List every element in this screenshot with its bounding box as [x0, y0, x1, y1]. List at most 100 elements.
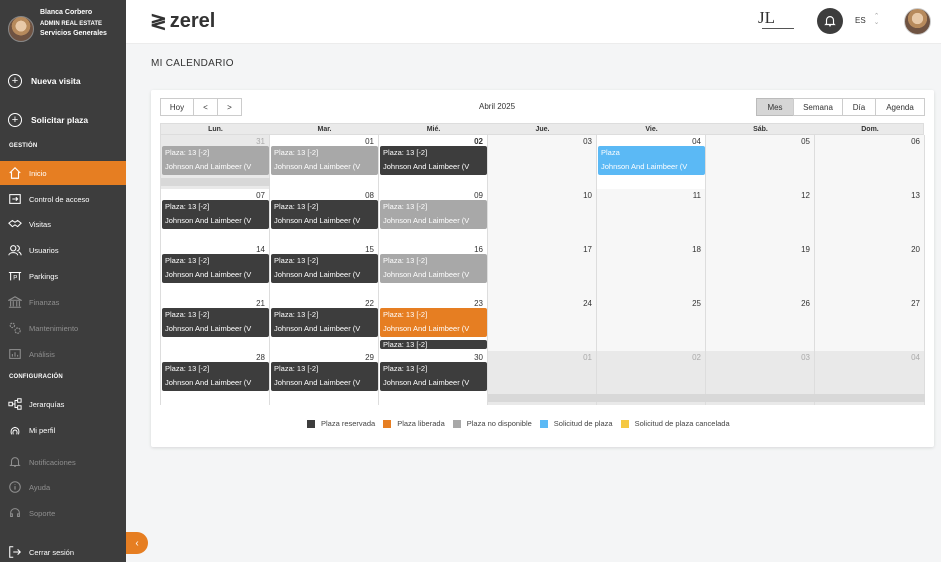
sidebar-item-usuarios[interactable]: Usuarios — [0, 238, 126, 262]
view-day-button[interactable]: Día — [842, 98, 876, 116]
day-number: 01 — [583, 353, 592, 362]
sidebar-item-label: Mantenimiento — [29, 323, 79, 333]
sidebar-item-label: Control de acceso — [29, 194, 90, 204]
header-avatar[interactable] — [904, 8, 931, 35]
plus-circle-icon: + — [8, 113, 22, 127]
sidebar-item-control-acceso[interactable]: Control de acceso — [0, 187, 126, 211]
collapse-sidebar-button[interactable]: ‹ — [126, 532, 148, 554]
event-owner: Johnson And Laimbeer (V — [165, 377, 252, 387]
calendar-day-cell[interactable]: 10 — [488, 189, 597, 243]
event-owner: Johnson And Laimbeer (V — [383, 215, 470, 225]
calendar-event[interactable]: Plaza: 13 [-2] Johnson And Laimbeer (V — [271, 146, 378, 175]
event-title: Plaza: 13 [-2] — [165, 202, 210, 211]
request-parking-label: Solicitar plaza — [31, 115, 89, 125]
calendar-event[interactable]: Plaza: 13 [-2] Johnson And Laimbeer (V — [271, 308, 378, 337]
weekday-label: Mar. — [317, 126, 332, 133]
calendar-day-cell[interactable]: 20 — [815, 243, 925, 297]
calendar-event[interactable]: Plaza: 13 [-2] Johnson And Laimbeer (V — [162, 200, 269, 229]
calendar-event[interactable]: Plaza: 13 [-2] Johnson And Laimbeer (V — [380, 146, 487, 175]
event-title: Plaza: 13 [-2] — [274, 310, 319, 319]
event-owner: Johnson And Laimbeer (V — [383, 269, 470, 279]
sidebar-item-finanzas[interactable]: Finanzas — [0, 290, 126, 314]
language-selector[interactable]: ES ⌃ ⌄ — [855, 13, 880, 26]
legend-swatch — [539, 419, 548, 428]
calendar-event[interactable]: Plaza: 13 [-2] Johnson And Laimbeer (V — [380, 362, 487, 391]
language-value: ES — [855, 15, 866, 25]
legend-label: Solicitud de plaza — [553, 419, 613, 428]
today-button[interactable]: Hoy — [160, 98, 194, 116]
calendar-event[interactable]: Plaza: 13 [-2] Johnson And Laimbeer (V — [162, 146, 269, 175]
sidebar-item-soporte[interactable]: Soporte — [0, 501, 126, 525]
calendar-day-cell[interactable]: 12 — [706, 189, 815, 243]
calendar-day-cell[interactable]: 03 — [488, 135, 597, 189]
sidebar-item-notificaciones[interactable]: Notificaciones — [0, 450, 126, 474]
brand-mark-icon: ≷ — [150, 11, 167, 33]
calendar-day-cell[interactable]: 19 — [706, 243, 815, 297]
sidebar-item-analisis[interactable]: Análisis — [0, 342, 126, 366]
calendar-day-cell[interactable]: 25 — [597, 297, 706, 351]
calendar-event[interactable]: Plaza: 13 [-2] Johnson And Laimbeer (V — [162, 254, 269, 283]
sidebar-item-label: Notificaciones — [29, 457, 76, 467]
calendar-event[interactable]: Plaza: 13 [-2] Johnson And Laimbeer (V — [162, 308, 269, 337]
event-title: Plaza: 13 [-2] — [274, 202, 319, 211]
view-week-button[interactable]: Semana — [793, 98, 843, 116]
sidebar-item-jerarquias[interactable]: Jerarquías — [0, 392, 126, 416]
calendar-event[interactable]: Plaza: 13 [-2] Johnson And Laimbeer (V — [380, 200, 487, 229]
day-number: 21 — [256, 299, 265, 308]
sidebar-item-mantenimiento[interactable]: Mantenimiento — [0, 316, 126, 340]
calendar-day-cell[interactable]: 27 — [815, 297, 925, 351]
next-month-button[interactable]: > — [217, 98, 242, 116]
day-number: 01 — [365, 137, 374, 146]
brand-name: zerel — [169, 10, 216, 32]
legend-item: Solicitud de plaza cancelada — [620, 419, 730, 428]
day-number: 06 — [911, 137, 920, 146]
prev-month-button[interactable]: < — [193, 98, 218, 116]
day-number: 31 — [256, 137, 265, 146]
day-number: 03 — [801, 353, 810, 362]
sidebar-item-visitas[interactable]: Visitas — [0, 212, 126, 236]
weekday-header: Lun. Mar. Mié. Jue. Vie. Sáb. Dom. — [160, 123, 924, 135]
view-agenda-button[interactable]: Agenda — [875, 98, 925, 116]
calendar-event[interactable]: Plaza: 13 [-2] Johnson And Laimbeer (V — [271, 362, 378, 391]
calendar-event[interactable]: Plaza: 13 [-2] — [380, 340, 487, 349]
new-visit-button[interactable]: + Nueva visita — [8, 74, 81, 88]
sidebar-item-parkings[interactable]: P Parkings — [0, 264, 126, 288]
view-month-button[interactable]: Mes — [756, 98, 794, 116]
calendar-day-cell[interactable]: 11 — [597, 189, 706, 243]
event-title: Plaza: 13 [-2] — [383, 364, 428, 373]
calendar-day-cell[interactable]: 13 — [815, 189, 925, 243]
day-number: 02 — [474, 137, 483, 146]
page-title: MI CALENDARIO — [151, 58, 234, 69]
notifications-button[interactable] — [817, 8, 843, 34]
calendar-day-cell[interactable]: 26 — [706, 297, 815, 351]
calendar-event[interactable]: Plaza: 13 [-2] Johnson And Laimbeer (V — [271, 254, 378, 283]
sidebar-item-label: Jerarquías — [29, 399, 65, 409]
calendar-day-cell[interactable]: 24 — [488, 297, 597, 351]
user-avatar — [8, 16, 34, 42]
sidebar-item-mi-perfil[interactable]: Mi perfil — [0, 418, 126, 442]
sidebar-item-inicio[interactable]: Inicio — [0, 161, 126, 185]
sidebar-item-label: Análisis — [29, 349, 55, 359]
calendar-day-cell[interactable]: 17 — [488, 243, 597, 297]
top-header: ≷ zerel JL ES ⌃ ⌄ — [126, 0, 941, 44]
calendar-event[interactable]: Plaza Johnson And Laimbeer (V — [598, 146, 705, 175]
brand-logo[interactable]: ≷ zerel — [150, 9, 215, 34]
calendar-week-row: 28 29 30 01 02 03 04 Plaza: 13 [-2] Johnson And … — [160, 351, 925, 405]
day-number: 08 — [365, 191, 374, 200]
calendar-day-cell[interactable]: 06 — [815, 135, 925, 189]
sidebar-item-ayuda[interactable]: Ayuda — [0, 475, 126, 499]
logout-button[interactable]: Cerrar sesión — [0, 540, 126, 562]
request-parking-button[interactable]: + Solicitar plaza — [8, 113, 88, 127]
legend-label: Plaza liberada — [397, 419, 445, 428]
event-owner: Johnson And Laimbeer (V — [383, 161, 470, 171]
calendar-event[interactable]: Plaza: 13 [-2] Johnson And Laimbeer (V — [380, 308, 487, 337]
legend-swatch — [620, 419, 629, 428]
calendar-day-cell[interactable]: 18 — [597, 243, 706, 297]
weekday-label: Dom. — [861, 126, 879, 133]
event-owner: Johnson And Laimbeer (V — [165, 215, 252, 225]
calendar-event[interactable]: Plaza: 13 [-2] Johnson And Laimbeer (V — [271, 200, 378, 229]
legend-item: Solicitud de plaza — [539, 419, 613, 428]
calendar-event[interactable]: Plaza: 13 [-2] Johnson And Laimbeer (V — [380, 254, 487, 283]
calendar-day-cell[interactable]: 05 — [706, 135, 815, 189]
calendar-event[interactable]: Plaza: 13 [-2] Johnson And Laimbeer (V — [162, 362, 269, 391]
